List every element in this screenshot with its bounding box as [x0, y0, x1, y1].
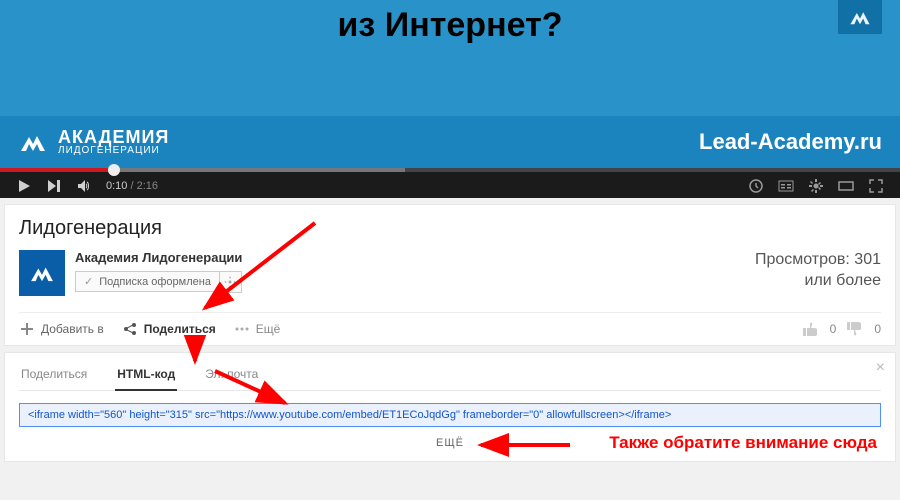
time-display: 0:10 / 2:16	[106, 180, 158, 192]
video-player: из Интернет? АКАДЕМИЯ ЛИДОГЕНЕРАЦИИ Lead…	[0, 0, 900, 198]
subscribe-settings-button[interactable]	[220, 271, 242, 293]
progress-bar[interactable]	[0, 168, 900, 172]
fullscreen-icon[interactable]	[868, 178, 884, 194]
add-to-button[interactable]: Добавить в	[19, 321, 104, 337]
share-icon	[122, 321, 138, 337]
volume-icon[interactable]	[76, 178, 92, 194]
video-overlay-text: из Интернет?	[0, 0, 900, 45]
watch-later-icon[interactable]	[748, 178, 764, 194]
lead-academy-url: Lead-Academy.ru	[699, 129, 882, 155]
video-lower-third: АКАДЕМИЯ ЛИДОГЕНЕРАЦИИ Lead-Academy.ru	[0, 116, 900, 168]
views-line1: Просмотров: 301	[755, 250, 881, 271]
settings-icon[interactable]	[808, 178, 824, 194]
action-row: Добавить в Поделиться Ещё 0 0	[19, 312, 881, 337]
dislike-count: 0	[874, 322, 881, 336]
tab-embed[interactable]: HTML-код	[115, 361, 177, 391]
plus-icon	[19, 321, 35, 337]
watermark-badge[interactable]	[838, 0, 882, 34]
more-label: Ещё	[256, 322, 281, 336]
subscribe-label: Подписка оформлена	[99, 276, 211, 288]
play-icon[interactable]	[16, 178, 32, 194]
duration: 2:16	[137, 180, 158, 192]
thumb-down-icon[interactable]	[846, 321, 864, 337]
likes-container: 0 0	[802, 321, 881, 337]
cc-icon[interactable]	[778, 178, 794, 194]
video-meta-card: Лидогенерация Академия Лидогенерации ✓ П…	[4, 204, 896, 346]
channel-avatar[interactable]	[19, 250, 65, 296]
subscribe-button[interactable]: ✓ Подписка оформлена	[75, 271, 220, 292]
embed-more-button[interactable]: ЕЩЁ	[436, 437, 464, 449]
view-count: Просмотров: 301 или более	[755, 250, 881, 292]
close-icon[interactable]: ×	[876, 359, 885, 377]
tab-email[interactable]: Эл. почта	[203, 361, 260, 390]
academy-logo-icon	[18, 131, 48, 153]
share-button[interactable]: Поделиться	[122, 321, 216, 337]
video-title: Лидогенерация	[19, 217, 881, 240]
add-to-label: Добавить в	[41, 322, 104, 336]
channel-name[interactable]: Академия Лидогенерации	[75, 250, 242, 265]
theater-icon[interactable]	[838, 178, 854, 194]
current-time: 0:10	[106, 180, 127, 192]
tab-share[interactable]: Поделиться	[19, 361, 89, 390]
progress-knob[interactable]	[108, 164, 120, 176]
more-dots-icon	[234, 321, 250, 337]
academy-line1: АКАДЕМИЯ	[58, 128, 169, 146]
like-count: 0	[830, 322, 837, 336]
academy-line2: ЛИДОГЕНЕРАЦИИ	[58, 146, 169, 156]
player-controls: 0:10 / 2:16	[0, 168, 900, 198]
share-tabs: Поделиться HTML-код Эл. почта	[19, 361, 881, 391]
thumb-up-icon[interactable]	[802, 321, 820, 337]
check-icon: ✓	[84, 275, 93, 288]
video-frame[interactable]: из Интернет? АКАДЕМИЯ ЛИДОГЕНЕРАЦИИ Lead…	[0, 0, 900, 168]
more-button[interactable]: Ещё	[234, 321, 281, 337]
views-line2: или более	[755, 271, 881, 292]
share-label: Поделиться	[144, 322, 216, 336]
next-icon[interactable]	[46, 178, 62, 194]
embed-code-input[interactable]	[19, 403, 881, 427]
share-panel: × Поделиться HTML-код Эл. почта ЕЩЁ Такж…	[4, 352, 896, 462]
academy-brand: АКАДЕМИЯ ЛИДОГЕНЕРАЦИИ	[18, 128, 169, 156]
progress-played	[0, 168, 108, 172]
